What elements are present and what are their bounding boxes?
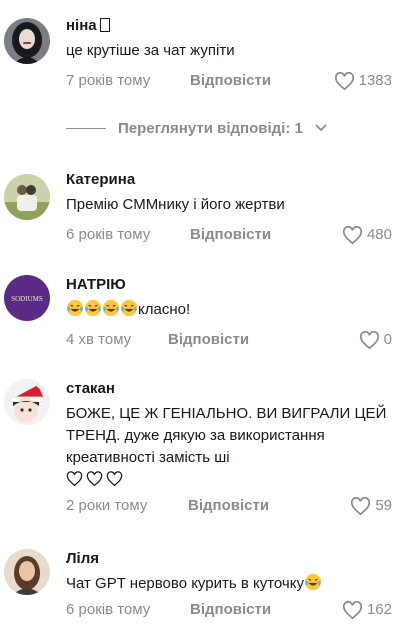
like-button[interactable]: 0 — [359, 329, 392, 351]
heart-emoji-icon — [106, 471, 123, 487]
chevron-down-icon — [315, 124, 327, 132]
comment-text-content: класно! — [138, 301, 191, 318]
avatar[interactable] — [4, 18, 50, 64]
comment-text-content: Чат GPT нервово курить в куточку — [66, 575, 304, 592]
comment-text: це крутіше за чат жупіти — [66, 42, 235, 59]
reply-button[interactable]: Відповісти — [190, 224, 271, 246]
laughing-tears-emoji-icon — [102, 299, 120, 317]
heart-icon — [359, 330, 379, 349]
comment-author[interactable]: Катерина — [66, 170, 392, 190]
heart-icon — [342, 225, 362, 244]
girl-portrait-icon — [4, 18, 50, 64]
like-button[interactable]: 162 — [342, 599, 392, 621]
like-count: 0 — [383, 331, 392, 348]
comment-author[interactable]: стакан — [66, 379, 392, 399]
comment-text: Премію СММнику і його жертви — [66, 196, 285, 213]
comment-text-content: БОЖЕ, ЦЕ Ж ГЕНІАЛЬНО. ВИ ВИГРАЛИ ЦЕЙ ТРЕ… — [66, 405, 387, 466]
like-button[interactable]: 59 — [350, 495, 392, 517]
laughing-tears-emoji-icon — [84, 299, 102, 317]
avatar[interactable] — [4, 379, 50, 425]
laughing-tears-emoji-icon — [66, 299, 84, 317]
girl-portrait-2-icon — [4, 549, 50, 595]
heart-emoji-icon — [66, 471, 83, 487]
heart-emoji-icon — [86, 471, 103, 487]
avatar[interactable]: SODIUMS — [4, 275, 50, 321]
purple-logo-icon: SODIUMS — [4, 275, 50, 321]
svg-text:SODIUMS: SODIUMS — [11, 295, 43, 303]
like-count: 59 — [375, 497, 392, 514]
heart-icon — [342, 600, 362, 619]
santa-hat-character-icon — [4, 379, 50, 425]
heart-icon — [351, 496, 371, 515]
reply-button[interactable]: Відповісти — [168, 329, 249, 351]
divider — [66, 127, 106, 129]
comment-text: класно! — [66, 299, 392, 321]
comment-author[interactable]: НАТРІЮ — [66, 275, 392, 295]
like-button[interactable]: 1383 — [334, 70, 392, 92]
laughing-tears-emoji-icon — [120, 299, 138, 317]
avatar[interactable] — [4, 174, 50, 220]
comment-text: БОЖЕ, ЦЕ Ж ГЕНІАЛЬНО. ВИ ВИГРАЛИ ЦЕЙ ТРЕ… — [66, 403, 392, 491]
like-count: 1383 — [358, 72, 392, 89]
like-count: 480 — [366, 226, 392, 243]
heart-icon — [334, 71, 354, 90]
comment-time: 7 років тому — [66, 72, 151, 89]
unsupported-glyph-icon — [99, 18, 110, 32]
comment-time: 6 років тому — [66, 226, 151, 243]
comment-time: 6 років тому — [66, 601, 151, 618]
comment-time: 4 хв тому — [66, 331, 132, 348]
avatar[interactable] — [4, 549, 50, 595]
laughing-tears-emoji-icon — [304, 573, 322, 591]
comment-time: 2 роки тому — [66, 497, 148, 514]
like-button[interactable]: 480 — [342, 224, 392, 246]
comment-list: ніна це крутіше за чат жупіти 7 років то… — [0, 0, 414, 633]
couple-photo-icon — [4, 174, 50, 220]
view-replies-label: Переглянути відповіді: 1 — [118, 119, 303, 137]
comment-text: Чат GPT нервово курить в куточку — [66, 573, 392, 595]
comment-author[interactable]: ніна — [66, 16, 392, 36]
reply-button[interactable]: Відповісти — [190, 599, 271, 621]
view-replies-button[interactable]: Переглянути відповіді: 1 — [66, 118, 327, 138]
reply-button[interactable]: Відповісти — [188, 495, 269, 517]
reply-button[interactable]: Відповісти — [190, 70, 271, 92]
comment-author[interactable]: Ліля — [66, 549, 392, 569]
like-count: 162 — [366, 601, 392, 618]
